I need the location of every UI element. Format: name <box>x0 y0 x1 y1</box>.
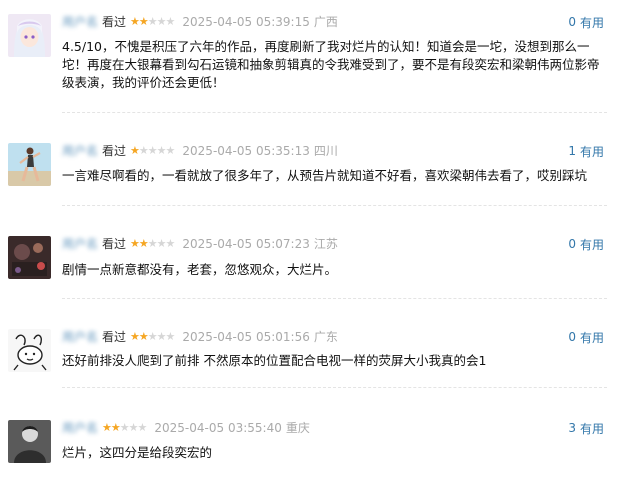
comment-time: 2025-04-05 05:07:23 <box>182 237 310 251</box>
star-icon: ★ <box>156 237 167 250</box>
star-icon: ★ <box>137 421 148 434</box>
username-link[interactable]: 用户名 <box>62 236 98 252</box>
star-icon: ★ <box>165 237 176 250</box>
useful-button[interactable]: 有用 <box>580 143 604 160</box>
comment-time: 2025-04-05 05:35:13 <box>182 144 310 158</box>
username-link[interactable]: 用户名 <box>62 420 98 436</box>
useful-button[interactable]: 有用 <box>580 236 604 253</box>
star-icon: ★ <box>110 421 121 434</box>
comment-meta: 用户名 看过 ★ ★ ★ ★ ★ 2025-04-05 05:01:56 广东 <box>62 329 338 345</box>
avatar[interactable] <box>8 14 51 57</box>
star-icon: ★ <box>165 15 176 28</box>
star-icon: ★ <box>128 421 139 434</box>
star-icon: ★ <box>119 421 130 434</box>
watched-label: 看过 <box>102 330 127 344</box>
comment-location: 江苏 <box>313 237 338 251</box>
vote-count: 0 <box>568 15 576 29</box>
comment-time: 2025-04-05 05:39:15 <box>182 15 310 29</box>
watched-label: 看过 <box>102 144 127 158</box>
star-icon: ★ <box>130 144 140 157</box>
star-icon: ★ <box>147 15 158 28</box>
star-icon: ★ <box>156 330 167 343</box>
vote-area: 0 有用 <box>568 329 604 345</box>
star-icon: ★ <box>165 330 176 343</box>
star-icon: ★ <box>156 144 167 157</box>
star-icon: ★ <box>138 15 149 28</box>
rating-stars: ★ ★ ★ ★ ★ <box>102 420 148 436</box>
comment-text: 4.5/10，不愧是积压了六年的作品，再度刷新了我对烂片的认知！知道会是一坨，没… <box>62 39 600 90</box>
star-icon: ★ <box>130 237 140 250</box>
vote-count: 0 <box>568 237 576 251</box>
comment-text: 还好前排没人爬到了前排 不然原本的位置配合电视一样的荧屏大小我真的会1 <box>62 353 487 368</box>
username-link[interactable]: 用户名 <box>62 329 98 345</box>
comment-text: 烂片，这四分是给段奕宏的 <box>62 445 213 460</box>
comment-text: 剧情一点新意都没有，老套，忽悠观众，大烂片。 <box>62 262 338 277</box>
star-icon: ★ <box>147 237 158 250</box>
comment-location: 四川 <box>313 144 338 158</box>
vote-area: 3 有用 <box>568 420 604 436</box>
comment-location: 广东 <box>313 330 338 344</box>
star-icon: ★ <box>165 144 176 157</box>
useful-button[interactable]: 有用 <box>580 329 604 346</box>
vote-area: 1 有用 <box>568 143 604 159</box>
username-link[interactable]: 用户名 <box>62 143 98 159</box>
username-link[interactable]: 用户名 <box>62 14 98 30</box>
comment-time: 2025-04-05 03:55:40 <box>154 421 282 435</box>
vote-count: 0 <box>568 330 576 344</box>
divider <box>62 387 607 388</box>
star-icon: ★ <box>102 421 112 434</box>
comment-meta: 用户名 看过 ★ ★ ★ ★ ★ 2025-04-05 05:07:23 江苏 <box>62 236 338 252</box>
vote-area: 0 有用 <box>568 236 604 252</box>
avatar[interactable] <box>8 236 51 279</box>
rating-stars: ★ ★ ★ ★ ★ <box>130 14 176 30</box>
rating-stars: ★ ★ ★ ★ ★ <box>130 236 176 252</box>
comment-location: 重庆 <box>285 421 310 435</box>
avatar[interactable] <box>8 420 51 463</box>
vote-area: 0 有用 <box>568 14 604 30</box>
useful-button[interactable]: 有用 <box>580 14 604 31</box>
watched-label: 看过 <box>102 237 127 251</box>
star-icon: ★ <box>138 237 149 250</box>
comment-time: 2025-04-05 05:01:56 <box>182 330 310 344</box>
star-icon: ★ <box>130 15 140 28</box>
comment-text: 一言难尽啊看的，一看就放了很多年了，从预告片就知道不好看，喜欢梁朝伟去看了，哎别… <box>62 168 588 183</box>
rating-stars: ★ ★ ★ ★ ★ <box>130 143 176 159</box>
divider <box>62 205 607 206</box>
star-icon: ★ <box>130 330 140 343</box>
divider <box>62 112 607 113</box>
useful-button[interactable]: 有用 <box>580 420 604 437</box>
rating-stars: ★ ★ ★ ★ ★ <box>130 329 176 345</box>
comment-location: 广西 <box>313 15 338 29</box>
avatar[interactable] <box>8 143 51 186</box>
comment-meta: 用户名 看过 ★ ★ ★ ★ ★ 2025-04-05 05:35:13 四川 <box>62 143 338 159</box>
comment-meta: 用户名 看过 ★ ★ ★ ★ ★ 2025-04-05 05:39:15 广西 <box>62 14 338 30</box>
star-icon: ★ <box>147 330 158 343</box>
avatar[interactable] <box>8 329 51 372</box>
star-icon: ★ <box>138 330 149 343</box>
star-icon: ★ <box>138 144 149 157</box>
vote-count: 3 <box>568 421 576 435</box>
comment-meta: 用户名 看过 ★★★★★ 2025-04-05 03:55:40 重庆 <box>62 420 310 436</box>
star-icon: ★ <box>147 144 158 157</box>
watched-label: 看过 <box>102 15 127 29</box>
divider <box>62 298 607 299</box>
vote-count: 1 <box>568 144 576 158</box>
star-icon: ★ <box>156 15 167 28</box>
